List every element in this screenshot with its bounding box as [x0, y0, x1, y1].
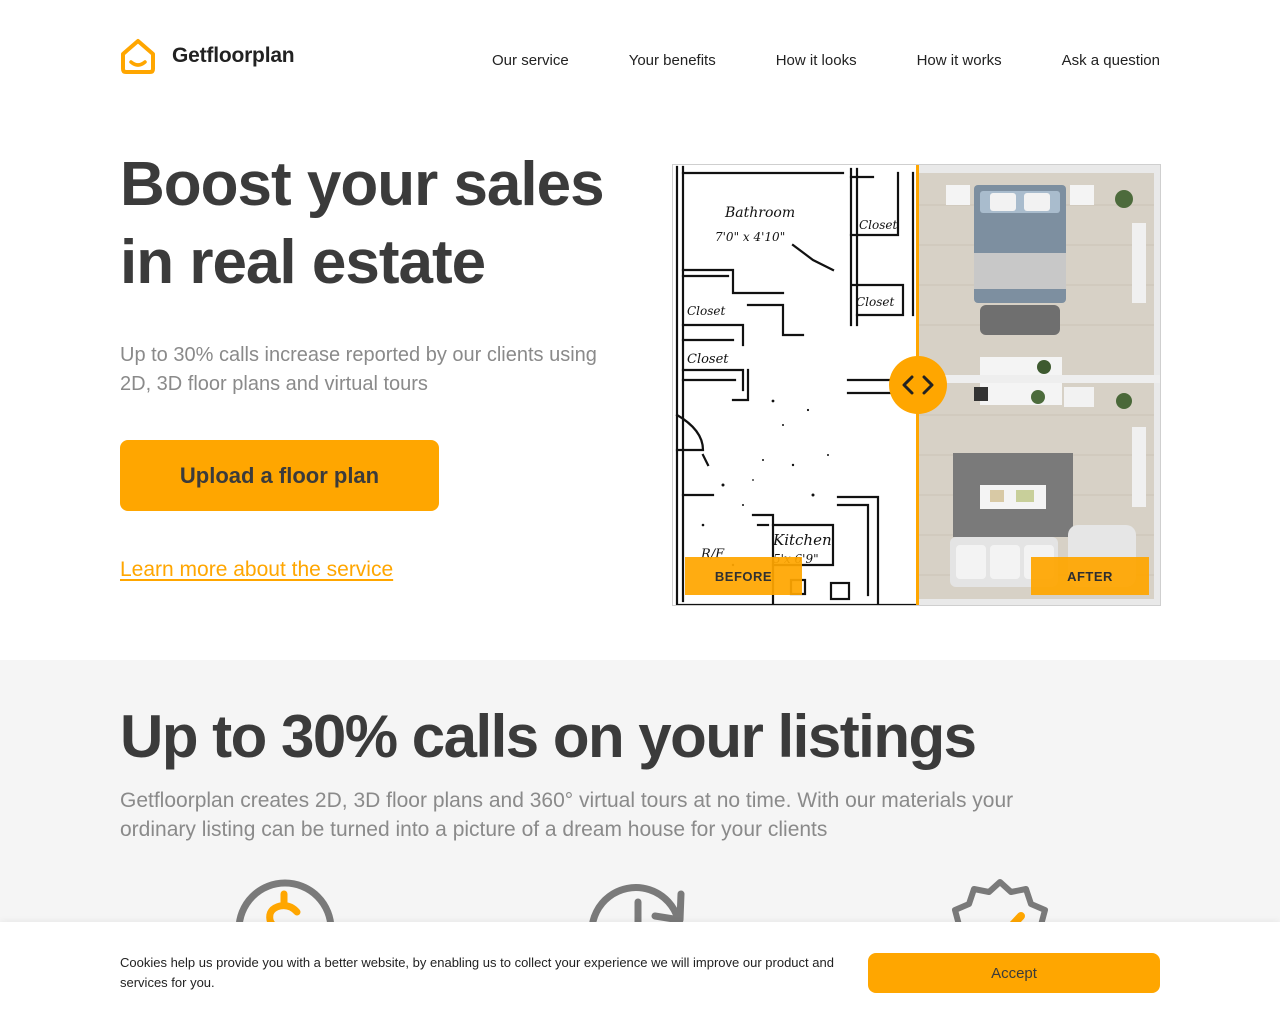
- cookie-text: Cookies help us provide you with a bette…: [120, 955, 834, 990]
- nav-how-it-looks[interactable]: How it looks: [776, 52, 857, 69]
- brand-name: Getfloorplan: [172, 44, 295, 67]
- accept-cookies-button[interactable]: Accept: [868, 953, 1160, 993]
- section-title: Up to 30% calls on your listings: [120, 703, 977, 770]
- nav-our-service[interactable]: Our service: [492, 52, 569, 69]
- sketch-label-closet-top: Closet: [859, 218, 898, 232]
- sketch-label-kitchen: Kitchen: [772, 531, 832, 549]
- rendered-floorplan: [918, 165, 1160, 605]
- hero-title-line1: Boost your sales: [120, 150, 605, 219]
- house-smile-icon: [121, 39, 155, 74]
- slider-handle[interactable]: [889, 356, 947, 414]
- site-header: Getfloorplan Our service Your benefits H…: [0, 0, 1280, 125]
- sketch-label-closet-mid: Closet: [856, 295, 895, 309]
- sketch-label-bathroom: Bathroom: [724, 205, 795, 221]
- after-render-image: [918, 165, 1160, 605]
- sketch-label-closet-left2: Closet: [687, 352, 729, 367]
- logo-link[interactable]: Getfloorplan: [120, 38, 295, 74]
- nav-your-benefits[interactable]: Your benefits: [629, 52, 716, 69]
- nav-ask-question[interactable]: Ask a question: [1062, 52, 1160, 69]
- section-description: Getfloorplan creates 2D, 3D floor plans …: [120, 789, 1014, 841]
- before-sketch-image: Bathroom 7'0" x 4'10" Closet Closet Clos…: [673, 165, 918, 605]
- nav-how-it-works[interactable]: How it works: [917, 52, 1002, 69]
- sketch-label-closet-left1: Closet: [687, 304, 726, 318]
- sketch-label-bathroom-size: 7'0" x 4'10": [715, 230, 785, 244]
- before-label: BEFORE: [685, 557, 802, 595]
- before-after-slider[interactable]: Bathroom 7'0" x 4'10" Closet Closet Clos…: [672, 164, 1161, 606]
- arrows-left-right-icon: [902, 375, 934, 395]
- main-nav: Our service Your benefits How it looks H…: [492, 52, 1160, 69]
- cookie-banner: Cookies help us provide you with a bette…: [0, 922, 1280, 1024]
- hero-title-line2: in real estate: [120, 228, 486, 297]
- learn-more-link[interactable]: Learn more about the service: [120, 558, 393, 582]
- hero-subtitle: Up to 30% calls increase reported by our…: [120, 344, 597, 395]
- upload-floor-plan-button[interactable]: Upload a floor plan: [120, 440, 439, 511]
- hero-title: Boost your sales in real estate: [120, 146, 660, 302]
- sketch-floorplan-drawing: Bathroom 7'0" x 4'10" Closet Closet Clos…: [675, 165, 918, 605]
- after-label: AFTER: [1031, 557, 1149, 595]
